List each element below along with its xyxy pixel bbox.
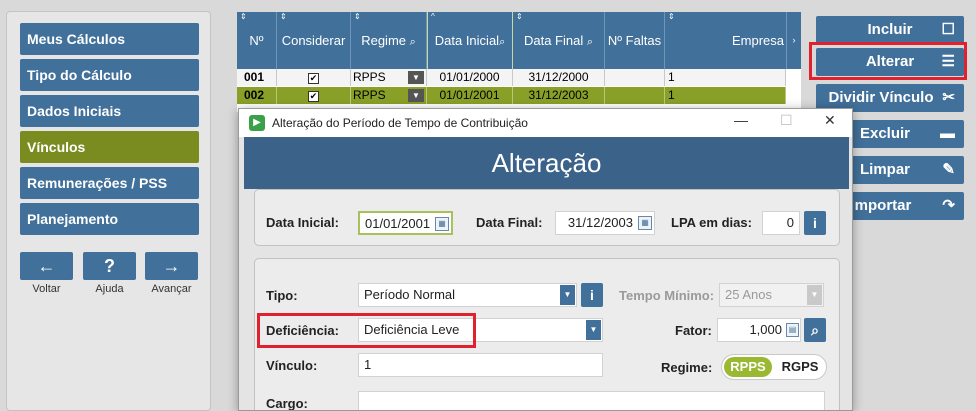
alteracao-dialog: ▶ Alteração do Período de Tempo de Contr…: [238, 108, 853, 411]
tempo-minimo-select: 25 Anos ▼: [719, 283, 824, 307]
sort-icon: ⇕: [516, 12, 523, 21]
help-button[interactable]: ?: [83, 252, 136, 280]
checkbox-considerar[interactable]: ✔: [308, 91, 319, 102]
highlight-deficiencia: [257, 313, 476, 348]
broom-icon: ✎: [942, 161, 955, 178]
chevron-down-icon[interactable]: ▼: [408, 89, 424, 102]
dialog-titlebar: ▶ Alteração do Período de Tempo de Contr…: [239, 109, 852, 137]
regime-option-rgps[interactable]: RGPS: [776, 357, 824, 377]
regime-label: Regime:: [661, 360, 713, 375]
chevron-down-icon[interactable]: ▼: [408, 71, 424, 84]
square-icon: ☐: [941, 21, 955, 38]
column-header-data-final[interactable]: ⇕ Data Final ⌕: [513, 12, 605, 69]
data-inicial-label: Data Inicial:: [266, 215, 339, 230]
sort-icon: ⇕: [280, 12, 287, 21]
column-header-considerar[interactable]: ⇕ Considerar: [277, 12, 351, 69]
nav-item-planejamento[interactable]: Planejamento: [20, 203, 199, 235]
fator-field[interactable]: 1,000 ▤: [717, 318, 801, 342]
dates-box: Data Inicial: 01/01/2001 ▦ Data Final: 31…: [254, 189, 840, 246]
minimize-icon[interactable]: —: [734, 112, 748, 128]
calendar-icon[interactable]: ▦: [435, 217, 449, 231]
sort-icon: ⇕: [240, 12, 247, 21]
table-row[interactable]: 001 ✔ RPPS ▼ 01/01/2000 31/12/2000 1: [237, 69, 786, 86]
search-icon: ⌕: [586, 36, 594, 48]
search-icon: ⌕: [409, 36, 416, 48]
nav-item-tipo-do-calculo[interactable]: Tipo do Cálculo: [20, 59, 199, 91]
nav-item-remuneracoes[interactable]: Remunerações / PSS: [20, 167, 199, 199]
arrow-left-icon: ←: [37, 256, 56, 276]
column-header-empresa[interactable]: ⇕ Empresa: [665, 12, 787, 69]
regime-toggle[interactable]: RPPS RGPS: [721, 354, 827, 380]
lpa-label: LPA em dias:: [671, 215, 752, 230]
column-header-regime[interactable]: ⇕ Regime ⌕: [351, 12, 427, 69]
forward-button[interactable]: →: [145, 252, 198, 280]
maximize-icon: ☐: [780, 112, 793, 128]
checkbox-considerar[interactable]: ✔: [308, 73, 319, 84]
vinculo-field[interactable]: 1: [358, 353, 603, 377]
scroll-right-icon[interactable]: ›: [787, 12, 801, 69]
navigation-panel: Meus Cálculos Tipo do Cálculo Dados Inic…: [6, 11, 211, 411]
tipo-select[interactable]: Período Normal ▼: [358, 283, 577, 307]
info-icon: i: [813, 215, 817, 231]
table-row-selected[interactable]: 002 ✔ RPPS ▼ 01/01/2001 31/12/2003 1: [237, 87, 786, 104]
info-button[interactable]: i: [804, 211, 826, 235]
sort-icon: ⇕: [668, 12, 675, 21]
tipo-label: Tipo:: [266, 288, 298, 303]
stepper-icon[interactable]: ▤: [786, 323, 799, 337]
import-icon: ↷: [942, 197, 955, 214]
lpa-field[interactable]: 0: [762, 211, 800, 235]
minus-icon: ▬: [940, 125, 955, 142]
dialog-header: Alteração: [244, 137, 849, 189]
data-final-field[interactable]: 31/12/2003 ▦: [555, 211, 655, 235]
nav-item-vinculos[interactable]: Vínculos: [20, 131, 199, 163]
calendar-icon[interactable]: ▦: [638, 216, 652, 230]
regime-option-rpps[interactable]: RPPS: [724, 357, 772, 377]
search-icon: ⌕: [499, 36, 506, 48]
arrow-right-icon: →: [162, 256, 181, 276]
app-icon: ▶: [249, 115, 265, 131]
data-final-label: Data Final:: [476, 215, 543, 230]
info-icon: i: [590, 287, 594, 303]
chevron-down-icon: ▼: [807, 285, 822, 305]
sort-icon: ⇕: [354, 12, 361, 21]
cargo-field[interactable]: [358, 391, 825, 410]
grid-header: ⇕ Nº ⇕ Considerar ⇕ Regime ⌕ ^ Data Inicial⌕…: [237, 12, 801, 69]
incluir-button[interactable]: Incluir ☐: [816, 16, 964, 44]
info-button[interactable]: i: [581, 283, 603, 307]
highlight-alterar: [809, 42, 967, 80]
nav-item-dados-iniciais[interactable]: Dados Iniciais: [20, 95, 199, 127]
app-root: Meus Cálculos Tipo do Cálculo Dados Inic…: [0, 0, 976, 411]
column-header-data-inicial[interactable]: ^ Data Inicial⌕: [427, 12, 513, 69]
help-label: Ajuda: [95, 283, 124, 295]
close-icon[interactable]: ✕: [824, 112, 836, 129]
column-header-faltas[interactable]: Nº Faltas: [605, 12, 665, 69]
search-button[interactable]: ⌕: [804, 318, 826, 342]
column-header-numero[interactable]: ⇕ Nº: [237, 12, 277, 69]
dialog-window-title: Alteração do Período de Tempo de Contrib…: [272, 116, 528, 130]
search-icon: ⌕: [811, 322, 819, 338]
chevron-down-icon: ▼: [560, 285, 575, 305]
nav-item-meus-calculos[interactable]: Meus Cálculos: [20, 23, 199, 55]
forward-label: Avançar: [151, 283, 192, 295]
vinculos-grid: ⇕ Nº ⇕ Considerar ⇕ Regime ⌕ ^ Data Inicial⌕…: [237, 12, 801, 112]
back-label: Voltar: [32, 283, 61, 295]
chevron-down-icon: ▼: [586, 320, 601, 340]
tempo-minimo-label: Tempo Mínimo:: [619, 288, 715, 303]
sort-asc-icon: ^: [431, 12, 435, 21]
question-icon: ?: [104, 256, 115, 276]
data-inicial-field[interactable]: 01/01/2001 ▦: [358, 211, 453, 235]
scissors-icon: ✂: [942, 89, 955, 106]
cargo-label: Cargo:: [266, 396, 308, 411]
vinculo-label: Vínculo:: [266, 358, 318, 373]
fator-label: Fator:: [675, 323, 712, 338]
back-button[interactable]: ←: [20, 252, 73, 280]
